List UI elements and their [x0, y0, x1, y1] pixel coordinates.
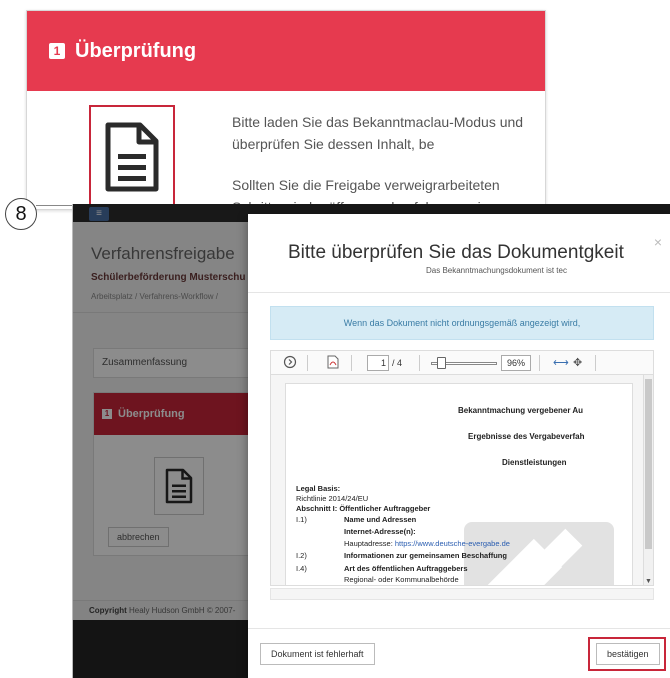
toolbar-divider	[595, 355, 596, 371]
page-total: / 4	[392, 358, 403, 368]
doc-item-title: Art des öffentlichen Auftraggebers	[344, 564, 468, 573]
doc-num: I.4)	[296, 564, 307, 573]
doc-heading: Dienstleistungen	[502, 458, 567, 467]
pdf-page: Bekanntmachung vergebener Au Ergebnisse …	[285, 383, 633, 585]
doc-text: Hauptadresse: https://www.deutsche-everg…	[344, 539, 510, 548]
toolbar-divider	[539, 355, 540, 371]
doc-label: Internet-Adresse(n):	[344, 527, 416, 536]
doc-text: Regional- oder Kommunalbehörde	[344, 575, 459, 584]
document-icon-highlight[interactable]	[89, 105, 175, 209]
doc-num: I.2)	[296, 551, 307, 560]
pdf-toolbar: 1 / 4 96% ⟷ ✥	[271, 351, 653, 375]
doc-item-title: Informationen zur gemeinsamen Beschaffun…	[344, 551, 507, 560]
info-alert: Wenn das Dokument nicht ordnungsgemäß an…	[270, 306, 654, 340]
instruction-line: Sollten Sie die Freigabe verweigrarbeite…	[232, 177, 500, 193]
zoom-panel-instructions: Bitte laden Sie das Bekanntmaclau-Modus …	[232, 111, 537, 209]
doc-item-title: Name und Adressen	[344, 515, 417, 524]
review-modal: Bitte überprüfen Sie das Dokumentgkeit ×…	[248, 214, 670, 678]
zoom-callout-panel: 1 Überprüfung Bitte laden Sie das Bekann…	[26, 10, 546, 210]
fit-width-icon[interactable]: ⟷	[553, 355, 569, 371]
zoom-panel-header: 1 Überprüfung	[27, 11, 545, 91]
zoom-slider-handle[interactable]	[437, 357, 446, 369]
zoom-level-input[interactable]: 96%	[501, 355, 531, 371]
doc-heading: Bekanntmachung vergebener Au	[458, 406, 584, 415]
step-number-badge: 1	[49, 43, 65, 59]
rotate-icon[interactable]	[283, 355, 297, 374]
doc-heading: Ergebnisse des Vergabeverfah	[468, 432, 585, 441]
horizontal-scrollbar[interactable]	[270, 588, 654, 600]
zoom-panel-title: Überprüfung	[75, 39, 197, 62]
page-number-input[interactable]: 1	[367, 355, 389, 371]
toolbar-divider	[307, 355, 308, 371]
scroll-down-icon[interactable]: ▼	[645, 578, 652, 585]
document-icon	[105, 122, 159, 192]
toolbar-divider	[351, 355, 352, 371]
pdf-viewer[interactable]: 1 / 4 96% ⟷ ✥ Bekanntmachung vergebener …	[270, 350, 654, 586]
move-icon[interactable]: ✥	[573, 355, 582, 371]
doc-label: Hauptadresse:	[344, 539, 395, 548]
doc-section: Abschnitt I: Öffentlicher Auftraggeber	[296, 504, 431, 513]
instruction-line: Bitte laden Sie das Bekanntmaclau-Modus …	[232, 114, 524, 130]
confirm-button[interactable]: bestätigen	[596, 643, 660, 665]
doc-link[interactable]: https://www.deutsche-evergabe.de	[395, 539, 510, 548]
document-faulty-button[interactable]: Dokument ist fehlerhaft	[260, 643, 375, 665]
divider	[248, 628, 670, 629]
callout-connector	[36, 205, 72, 206]
modal-subtitle: Das Bekanntmachungsdokument ist tec	[426, 266, 567, 275]
step-number-circle: 8	[5, 198, 37, 230]
divider	[248, 292, 670, 293]
toolbar-divider	[419, 355, 420, 371]
scrollbar-thumb[interactable]	[645, 379, 652, 549]
pdf-icon[interactable]	[327, 355, 339, 374]
doc-label: Legal Basis:	[296, 484, 341, 493]
instruction-line: überprüfen Sie dessen Inhalt, be	[232, 136, 435, 152]
modal-title: Bitte überprüfen Sie das Dokumentgkeit	[288, 242, 624, 263]
doc-text: Richtlinie 2014/24/EU	[296, 494, 369, 503]
doc-num: I.1)	[296, 515, 307, 524]
vertical-scrollbar[interactable]: ▼	[643, 375, 653, 585]
close-icon[interactable]: ×	[654, 234, 662, 250]
